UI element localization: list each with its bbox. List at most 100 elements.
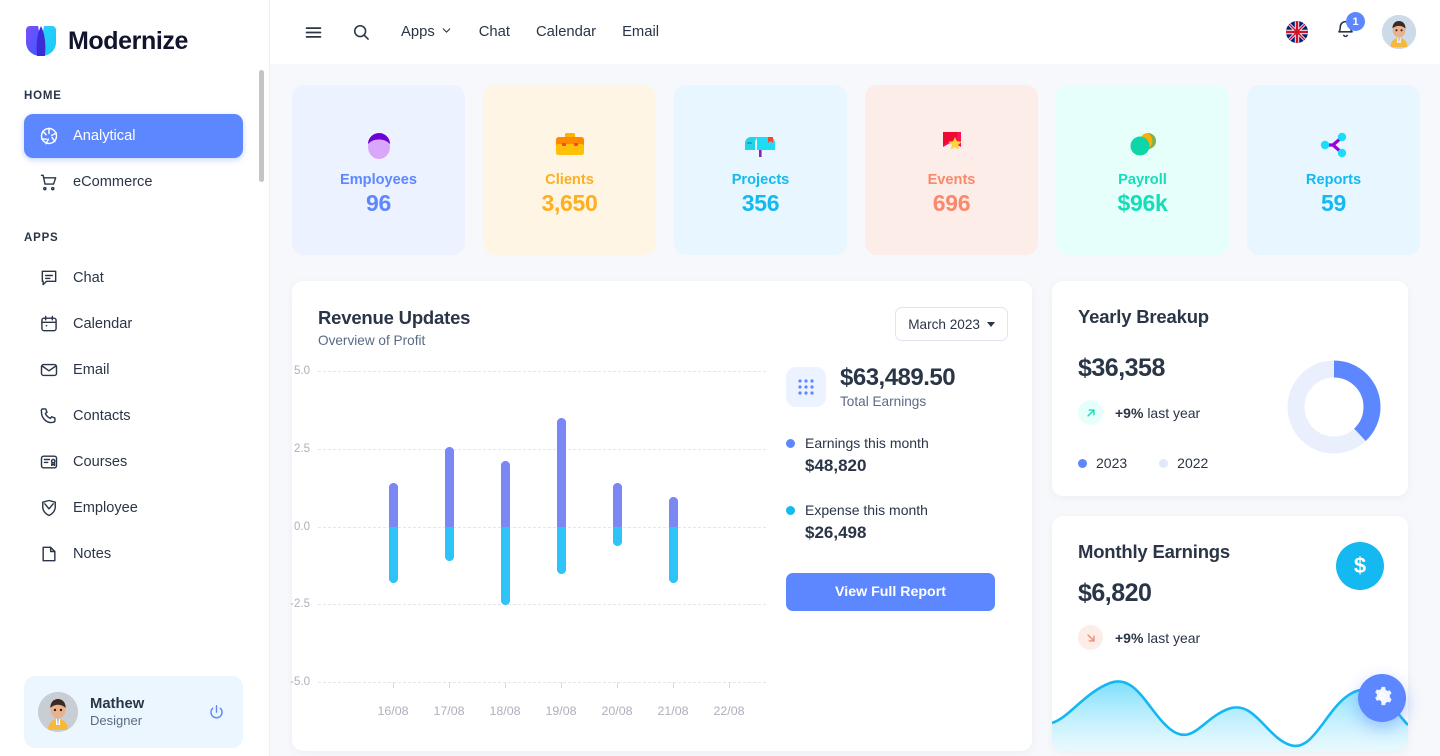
stat-card-events[interactable]: Events 696: [865, 85, 1038, 255]
chevron-down-icon: [440, 24, 453, 41]
power-icon[interactable]: [203, 699, 229, 725]
note-icon: [38, 544, 59, 565]
sidebar-item-notes[interactable]: Notes: [24, 532, 243, 576]
profile-name: Mathew: [90, 695, 145, 712]
yearly-legend-2023: 2023: [1078, 455, 1127, 471]
x-tick: [617, 682, 618, 688]
stat-card-reports[interactable]: Reports 59: [1247, 85, 1420, 255]
bar-cap: [388, 574, 398, 584]
bar-cap: [612, 483, 622, 493]
monthly-earnings-card: Monthly Earnings $6,820 +9% last year $: [1052, 516, 1408, 751]
view-full-report-button[interactable]: View Full Report: [786, 573, 995, 611]
bar-cap: [668, 574, 678, 584]
sidebar-item-analytical[interactable]: Analytical: [24, 114, 243, 158]
shield-user-icon: [38, 498, 59, 519]
topbar-links: Apps Chat Calendar Email: [388, 18, 672, 47]
uk-flag-icon[interactable]: [1286, 21, 1308, 43]
dashboard-content: Employees 96 Clients 3,650 Projects 356: [270, 64, 1440, 751]
sidebar-item-email[interactable]: Email: [24, 348, 243, 392]
sidebar-item-label: Contacts: [73, 408, 131, 424]
yearly-legend: 2023 2022: [1078, 455, 1384, 471]
legend-dot-icon: [786, 438, 795, 448]
monthly-earnings-area-chart: [1052, 659, 1408, 751]
sidebar-item-label: Notes: [73, 546, 112, 562]
sidebar-item-contacts[interactable]: Contacts: [24, 394, 243, 438]
topbar-link-email[interactable]: Email: [609, 18, 672, 46]
chevron-down-icon: [987, 321, 995, 327]
notification-badge: 1: [1346, 12, 1365, 31]
hamburger-menu-icon[interactable]: [296, 15, 330, 49]
search-icon[interactable]: [344, 15, 378, 49]
monthly-delta-row: +9% last year: [1078, 625, 1384, 650]
revenue-body: 5.0 2.5 0.0 -2.5 -5.0 16/08 17/08 18/08 19/…: [290, 358, 1008, 728]
topbar-avatar[interactable]: [1382, 15, 1416, 49]
bar-earnings[interactable]: [556, 417, 566, 527]
legend-label: Earnings this month: [805, 435, 929, 451]
sidebar-item-label: Email: [73, 362, 110, 378]
dollar-icon[interactable]: $: [1336, 542, 1384, 590]
sidebar-scrollbar[interactable]: [259, 70, 264, 182]
sidebar-item-courses[interactable]: Courses: [24, 440, 243, 484]
topbar: Apps Chat Calendar Email 1: [270, 0, 1440, 64]
bar-cap: [556, 417, 566, 427]
legend-earnings-line: Earnings this month: [786, 435, 981, 451]
yearly-legend-2022: 2022: [1159, 455, 1208, 471]
revenue-updates-card: Revenue Updates Overview of Profit March…: [290, 281, 1032, 751]
stat-value: 59: [1321, 189, 1346, 216]
sidebar-item-calendar[interactable]: Calendar: [24, 302, 243, 346]
stat-label: Payroll: [1118, 171, 1167, 188]
revenue-header: Revenue Updates Overview of Profit March…: [318, 307, 1008, 348]
x-tick: [729, 682, 730, 688]
stat-card-projects[interactable]: Projects 356: [674, 85, 847, 255]
x-tick-label: 17/08: [433, 704, 465, 718]
legend-value: $26,498: [805, 523, 867, 542]
y-tick-label: -2.5: [290, 598, 310, 610]
topbar-link-apps[interactable]: Apps: [388, 18, 466, 47]
stat-card-employees[interactable]: Employees 96: [292, 85, 465, 255]
bar-earnings[interactable]: [500, 461, 510, 527]
main-area: Apps Chat Calendar Email 1 Employees 96 …: [270, 0, 1440, 756]
sidebar-section-apps: APPS: [24, 232, 59, 244]
topbar-link-chat[interactable]: Chat: [466, 18, 523, 46]
x-tick-label: 20/08: [601, 704, 633, 718]
topbar-link-calendar[interactable]: Calendar: [523, 18, 609, 46]
sidebar-item-employee[interactable]: Employee: [24, 486, 243, 530]
x-tick: [393, 682, 394, 688]
legend-dot-icon: [786, 505, 795, 515]
x-tick: [673, 682, 674, 688]
bar-cap: [388, 483, 398, 493]
revenue-subtitle: Overview of Profit: [318, 333, 426, 348]
total-earnings-value: $63,489.50: [840, 364, 956, 391]
legend-label: Expense this month: [805, 502, 928, 518]
yearly-breakup-title: Yearly Breakup: [1078, 306, 1209, 327]
sidebar-item-ecommerce[interactable]: eCommerce: [24, 160, 243, 204]
sidebar-item-chat[interactable]: Chat: [24, 256, 243, 300]
x-tick-label: 21/08: [657, 704, 689, 718]
month-select[interactable]: March 2023: [895, 307, 1008, 341]
coins-icon: [1123, 124, 1163, 166]
notifications-button[interactable]: 1: [1328, 12, 1365, 49]
bar-earnings[interactable]: [444, 447, 454, 527]
arrow-up-right-icon: [1078, 400, 1103, 425]
brand-logo-area[interactable]: Modernize: [0, 0, 269, 64]
sidebar-item-label: Analytical: [73, 128, 136, 144]
legend-value: $48,820: [805, 456, 867, 475]
avatar: [38, 692, 78, 732]
bar-cap: [556, 564, 566, 574]
settings-fab-button[interactable]: [1358, 674, 1406, 722]
stat-card-clients[interactable]: Clients 3,650: [483, 85, 656, 255]
bar-cap: [444, 447, 454, 457]
stat-value: $96k: [1117, 189, 1168, 216]
total-earnings-text: $63,489.50 Total Earnings: [840, 364, 956, 409]
stat-card-payroll[interactable]: Payroll $96k: [1056, 85, 1229, 255]
yearly-delta-suffix: last year: [1147, 404, 1201, 421]
stat-label: Events: [927, 171, 976, 188]
stat-value: 356: [741, 189, 780, 216]
stat-value: 96: [366, 189, 391, 216]
sidebar-profile-card[interactable]: Mathew Designer: [24, 676, 243, 748]
x-tick: [449, 682, 450, 688]
stat-label: Reports: [1305, 171, 1362, 188]
topbar-link-label: Apps: [401, 24, 435, 40]
stat-label: Employees: [339, 171, 418, 188]
bar-expense[interactable]: [500, 527, 510, 605]
